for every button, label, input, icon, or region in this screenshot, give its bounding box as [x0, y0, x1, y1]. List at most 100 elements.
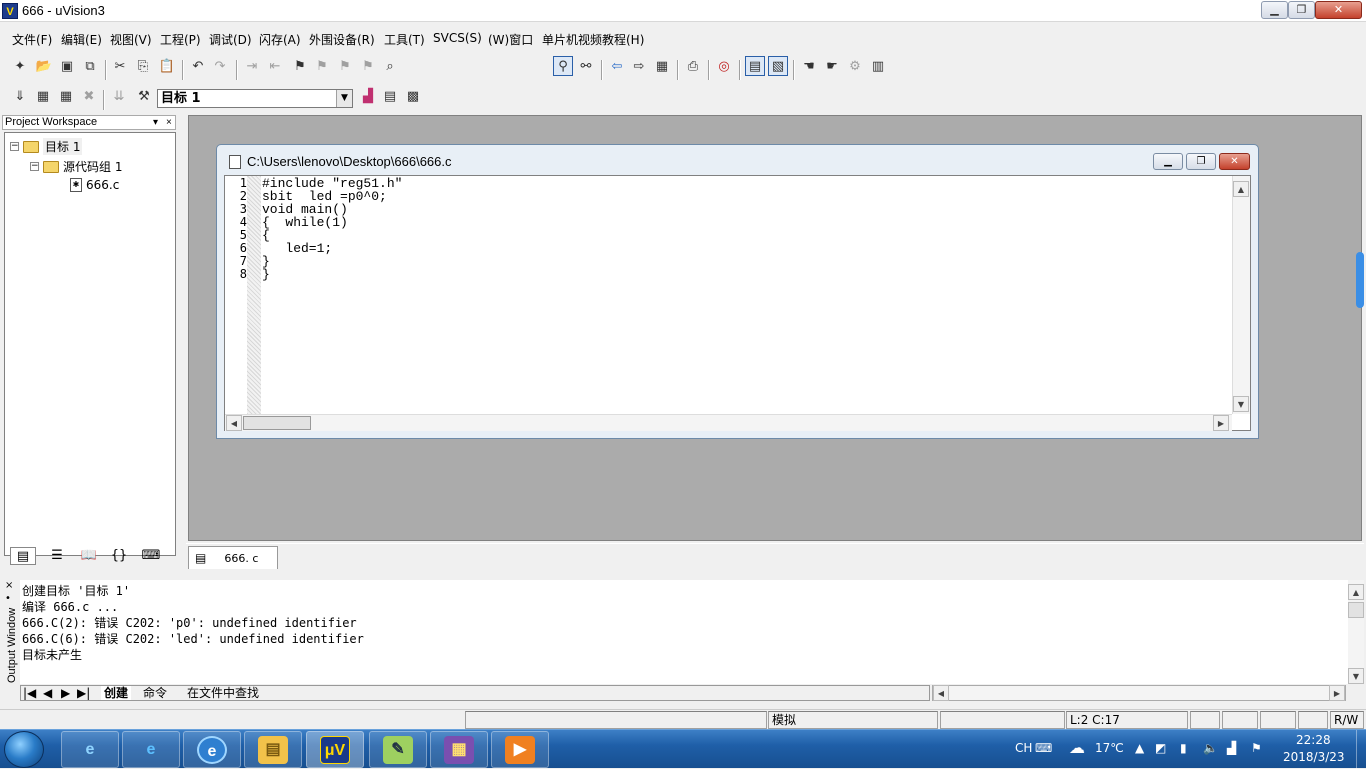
minimize-button[interactable]: ▁: [1261, 1, 1288, 19]
copy-icon[interactable]: ⎘: [133, 56, 153, 76]
code-editor[interactable]: 1 2 3 4 5 6 7 8 #include "reg51.h" sbit …: [224, 175, 1251, 431]
components-icon[interactable]: ▟: [358, 86, 378, 106]
network-icon[interactable]: ▟: [1227, 741, 1236, 755]
browse-icon[interactable]: ▦: [652, 56, 672, 76]
target-select[interactable]: 目标 1 ▼: [157, 89, 353, 108]
paste-icon[interactable]: 📋: [157, 56, 177, 76]
menu-file[interactable]: 文件(F): [12, 31, 52, 48]
menu-project[interactable]: 工程(P): [160, 31, 201, 48]
taskbar-notepad-icon[interactable]: ✎: [369, 731, 427, 768]
target-options-icon[interactable]: ⚒: [134, 86, 154, 106]
batch-build-icon[interactable]: ▩: [403, 86, 423, 106]
nav-back-icon[interactable]: ⇦: [607, 56, 627, 76]
taskbar-explorer-icon[interactable]: ▤: [244, 731, 302, 768]
project-window-icon[interactable]: ▤: [745, 56, 765, 76]
cut-icon[interactable]: ✂: [110, 56, 130, 76]
menu-flash[interactable]: 闪存(A): [259, 31, 301, 48]
configure-icon[interactable]: ⚙: [845, 56, 865, 76]
find-in-files-icon[interactable]: ⌕: [380, 56, 400, 76]
tab-command[interactable]: 命令: [143, 686, 167, 700]
action-center-flag-icon[interactable]: ⚑: [1251, 741, 1262, 755]
tab-first-icon[interactable]: |◀: [23, 686, 36, 700]
new-file-icon[interactable]: ✦: [10, 56, 30, 76]
collapse-icon[interactable]: −: [30, 162, 39, 171]
hand-tool-icon[interactable]: ☛: [822, 56, 842, 76]
tab-next-icon[interactable]: ▶: [61, 686, 70, 700]
bookmark-clear-icon[interactable]: ⚑: [358, 56, 378, 76]
files-tab-icon[interactable]: ▤: [10, 547, 36, 565]
fold-margin[interactable]: [247, 176, 261, 414]
scroll-up-icon[interactable]: ▲: [1233, 181, 1249, 197]
scroll-thumb[interactable]: [243, 416, 311, 430]
stop-build-icon[interactable]: ✖: [79, 86, 99, 106]
close-button[interactable]: ✕: [1315, 1, 1362, 19]
regs-tab-icon[interactable]: ☰: [44, 547, 70, 565]
menu-window[interactable]: (W)窗口: [488, 31, 533, 48]
build-icon[interactable]: ▦: [33, 86, 53, 106]
clock-time[interactable]: 22:28: [1296, 733, 1331, 747]
output-window-icon[interactable]: ▧: [768, 56, 788, 76]
taskbar-ie-icon[interactable]: e: [61, 731, 119, 768]
menu-view[interactable]: 视图(V): [110, 31, 152, 48]
temperature-readout[interactable]: 17℃: [1095, 741, 1124, 755]
language-indicator[interactable]: CH: [1015, 741, 1032, 755]
editor-minimize-button[interactable]: ▁: [1153, 153, 1183, 170]
tab-last-icon[interactable]: ▶|: [77, 686, 90, 700]
books-tab-icon[interactable]: 📖: [76, 547, 102, 565]
download-icon[interactable]: ⇊: [109, 86, 129, 106]
keyboard-icon[interactable]: ⌨: [1035, 741, 1052, 755]
menu-help[interactable]: 单片机视频教程(H): [542, 31, 644, 48]
save-all-icon[interactable]: ⧉: [80, 56, 100, 76]
window-list-icon[interactable]: ▥: [868, 56, 888, 76]
edge-scroll-handle[interactable]: [1356, 252, 1364, 308]
project-tree[interactable]: − 目标 1 − 源代码组 1 ✱ 666.c: [4, 132, 176, 556]
menu-tools[interactable]: 工具(T): [384, 31, 425, 48]
chevron-down-icon[interactable]: ▼: [336, 90, 352, 107]
code-area[interactable]: #include "reg51.h" sbit led =p0^0; void …: [262, 176, 1230, 414]
file-extensions-icon[interactable]: ▤: [380, 86, 400, 106]
scroll-right-icon[interactable]: ▶: [1213, 415, 1229, 431]
usb-device-icon[interactable]: ▮: [1180, 741, 1187, 755]
build-output-text[interactable]: 创建目标 '目标 1' 编译 666.c ... 666.C(2): 错误 C2…: [20, 580, 1350, 684]
output-horizontal-scrollbar[interactable]: ◀ ▶: [932, 685, 1346, 701]
scroll-down-icon[interactable]: ▼: [1233, 396, 1249, 412]
scroll-down-icon[interactable]: ▼: [1348, 668, 1364, 684]
tray-app-icon[interactable]: ◩: [1155, 741, 1166, 755]
menu-peripherals[interactable]: 外围设备(R): [309, 31, 375, 48]
tab-find-in-files[interactable]: 在文件中查找: [187, 686, 259, 700]
close-icon[interactable]: ×: [166, 116, 172, 129]
nav-forward-icon[interactable]: ⇨: [629, 56, 649, 76]
uv-logo-icon[interactable]: V: [2, 3, 18, 19]
menu-svcs[interactable]: SVCS(S): [433, 31, 482, 45]
show-hidden-icons-icon[interactable]: ▲: [1135, 741, 1144, 755]
menu-edit[interactable]: 编辑(E): [61, 31, 102, 48]
redo-icon[interactable]: ↷: [210, 56, 230, 76]
clock-date[interactable]: 2018/3/23: [1283, 750, 1345, 764]
open-file-icon[interactable]: 📂: [34, 56, 54, 76]
hand-icon[interactable]: ☚: [799, 56, 819, 76]
tree-item-source-group[interactable]: − 源代码组 1: [30, 158, 122, 175]
taskbar-ie-alt-icon[interactable]: e: [122, 731, 180, 768]
scroll-left-icon[interactable]: ◀: [226, 415, 242, 431]
bookmark-next-icon[interactable]: ⚑: [312, 56, 332, 76]
tab-build[interactable]: 创建: [101, 686, 132, 700]
taskbar-archive-icon[interactable]: ▦: [430, 731, 488, 768]
tab-prev-icon[interactable]: ◀: [43, 686, 52, 700]
document-tab[interactable]: ▤ 666. c: [188, 546, 278, 569]
translate-icon[interactable]: ⇓: [10, 86, 30, 106]
functions-tab-icon[interactable]: {}: [106, 547, 132, 565]
scroll-thumb[interactable]: [1348, 602, 1364, 618]
tree-item-file[interactable]: ✱ 666.c: [70, 178, 119, 192]
menu-debug[interactable]: 调试(D): [209, 31, 252, 48]
templates-tab-icon[interactable]: ⌨: [138, 547, 164, 565]
start-button-icon[interactable]: [4, 731, 44, 768]
close-icon[interactable]: ×: [5, 580, 13, 591]
editor-maximize-button[interactable]: ❐: [1186, 153, 1216, 170]
indent-icon[interactable]: ⇥: [242, 56, 262, 76]
editor-close-button[interactable]: ✕: [1219, 153, 1250, 170]
show-desktop-button[interactable]: [1356, 730, 1366, 769]
incremental-find-icon[interactable]: ⚯: [576, 56, 596, 76]
chevron-down-icon[interactable]: ▾: [153, 116, 158, 129]
scroll-right-icon[interactable]: ▶: [1329, 685, 1345, 701]
output-vertical-scrollbar[interactable]: ▲ ▼: [1348, 580, 1364, 684]
